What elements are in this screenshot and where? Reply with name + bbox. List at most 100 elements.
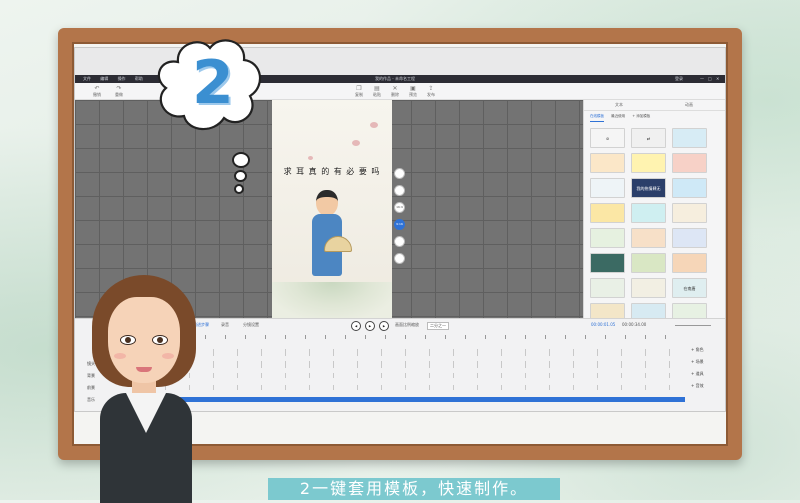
- petal-decoration: [352, 140, 360, 146]
- canvas-side-tools: 16:9 9:16: [394, 168, 406, 270]
- track-row[interactable]: [165, 373, 685, 378]
- time-ruler[interactable]: [165, 335, 685, 339]
- thought-cloud: 2: [148, 34, 268, 146]
- time-current: 00:00:01.05: [591, 322, 616, 327]
- play-icon[interactable]: ▶: [365, 321, 375, 331]
- undo-button[interactable]: ↶ 撤销: [89, 85, 105, 98]
- publish-icon: ⇪: [428, 85, 434, 92]
- template-grid: ⊘ ⇄ 我的热情肆无在南唐: [590, 128, 720, 328]
- petal-decoration: [308, 156, 313, 160]
- storyboard-button[interactable]: 分镜设置: [243, 322, 259, 328]
- add-sound-button[interactable]: + 音效: [691, 383, 704, 389]
- template-thumb[interactable]: [590, 178, 625, 198]
- template-random[interactable]: ⇄: [631, 128, 666, 148]
- template-thumb[interactable]: [631, 228, 666, 248]
- login-link[interactable]: 登录: [675, 75, 683, 83]
- teacher-eye: [120, 335, 136, 345]
- menu-edit[interactable]: 编辑: [100, 75, 108, 83]
- teacher-mouth: [136, 367, 152, 372]
- settings-tool[interactable]: [394, 253, 405, 264]
- right-panel-subtabs: 在线模板 最近使用 + 添加模板: [584, 111, 725, 122]
- speed-label: 画面比例缩放: [395, 322, 419, 327]
- template-thumb[interactable]: [672, 228, 707, 248]
- right-panel-tabs: 文本 动画: [584, 100, 725, 111]
- template-thumb[interactable]: [590, 203, 625, 223]
- ratio-16-9-button[interactable]: 16:9: [394, 202, 405, 213]
- tab-animation[interactable]: 动画: [654, 100, 724, 110]
- add-prop-button[interactable]: + 道具: [691, 371, 704, 377]
- close-icon[interactable]: ✕: [716, 75, 719, 83]
- template-thumb[interactable]: [672, 128, 707, 148]
- delete-icon: ✕: [392, 85, 398, 92]
- lock-tool[interactable]: [394, 185, 405, 196]
- subtab-recent[interactable]: 最近使用: [611, 111, 625, 121]
- copy-icon: ❐: [356, 85, 362, 92]
- zoom-slider[interactable]: [675, 325, 711, 326]
- rotate-tool[interactable]: [394, 168, 405, 179]
- preview-button[interactable]: ▣ 预览: [405, 85, 421, 98]
- teacher-cheek: [114, 353, 126, 359]
- menu-help[interactable]: 帮助: [135, 75, 143, 83]
- copy-button[interactable]: ❐ 复制: [351, 85, 367, 98]
- character-head: [316, 190, 338, 216]
- thought-bubble: [234, 184, 244, 194]
- template-none[interactable]: ⊘: [590, 128, 625, 148]
- menu-file[interactable]: 文件: [83, 75, 91, 83]
- template-thumb[interactable]: [590, 228, 625, 248]
- undo-icon: ↶: [94, 85, 100, 92]
- speed-select[interactable]: 二分之一: [427, 322, 449, 330]
- redo-icon: ↷: [116, 85, 122, 92]
- fan-prop: [324, 236, 352, 252]
- canvas-caption[interactable]: 求 耳 真 的 有 必 要 吗: [272, 166, 392, 177]
- template-thumb[interactable]: [631, 203, 666, 223]
- menu-bar: 文件 编辑 操作 帮助: [75, 76, 143, 81]
- teacher-face: [108, 297, 180, 383]
- paste-icon: ▤: [374, 85, 380, 92]
- scene-ground: [272, 282, 392, 318]
- teacher-cheek: [162, 353, 174, 359]
- subtab-online[interactable]: 在线模板: [590, 111, 604, 122]
- subtab-add[interactable]: + 添加模板: [632, 111, 650, 121]
- template-thumb[interactable]: [672, 153, 707, 173]
- delete-button[interactable]: ✕ 删除: [387, 85, 403, 98]
- preview-icon: ▣: [410, 85, 416, 92]
- edit-tool[interactable]: [394, 236, 405, 247]
- template-thumb[interactable]: [631, 278, 666, 298]
- template-thumb[interactable]: [672, 178, 707, 198]
- add-scene-button[interactable]: + 场景: [691, 359, 704, 365]
- time-total: 00:00:34.00: [622, 322, 647, 327]
- music-track-bar[interactable]: [165, 397, 685, 402]
- stage-canvas[interactable]: 求 耳 真 的 有 必 要 吗: [272, 100, 392, 318]
- publish-button[interactable]: ⇪ 发布: [423, 85, 439, 98]
- track-row[interactable]: [165, 361, 685, 368]
- template-thumb[interactable]: [672, 203, 707, 223]
- template-thumb[interactable]: [590, 253, 625, 273]
- menu-action[interactable]: 操作: [118, 75, 126, 83]
- thought-bubble: [232, 152, 250, 168]
- paste-button[interactable]: ▤ 粘贴: [369, 85, 385, 98]
- template-thumb[interactable]: [631, 253, 666, 273]
- thought-bubble: [234, 170, 247, 182]
- template-thumb[interactable]: [631, 153, 666, 173]
- ratio-9-16-button[interactable]: 9:16: [394, 219, 405, 230]
- template-thumb[interactable]: [590, 153, 625, 173]
- cloud-number: 2: [192, 48, 234, 118]
- maximize-icon[interactable]: □: [708, 75, 712, 83]
- prev-icon[interactable]: ◀: [351, 321, 361, 331]
- record-button[interactable]: 录音: [221, 322, 229, 328]
- track-row[interactable]: [165, 349, 685, 356]
- minimize-icon[interactable]: —: [700, 75, 704, 83]
- template-thumb[interactable]: 在南唐: [672, 278, 707, 298]
- window-title: 我的作品 - 未命名工程: [375, 76, 415, 81]
- template-thumb[interactable]: 我的热情肆无: [631, 178, 666, 198]
- teacher-character: [86, 275, 206, 503]
- redo-button[interactable]: ↷ 重做: [111, 85, 127, 98]
- petal-decoration: [370, 122, 378, 128]
- next-icon[interactable]: ▶: [379, 321, 389, 331]
- add-character-button[interactable]: + 角色: [691, 347, 704, 353]
- template-thumb[interactable]: [672, 253, 707, 273]
- teacher-eye: [152, 335, 168, 345]
- track-row[interactable]: [165, 385, 685, 390]
- template-thumb[interactable]: [590, 278, 625, 298]
- tab-text[interactable]: 文本: [584, 100, 654, 110]
